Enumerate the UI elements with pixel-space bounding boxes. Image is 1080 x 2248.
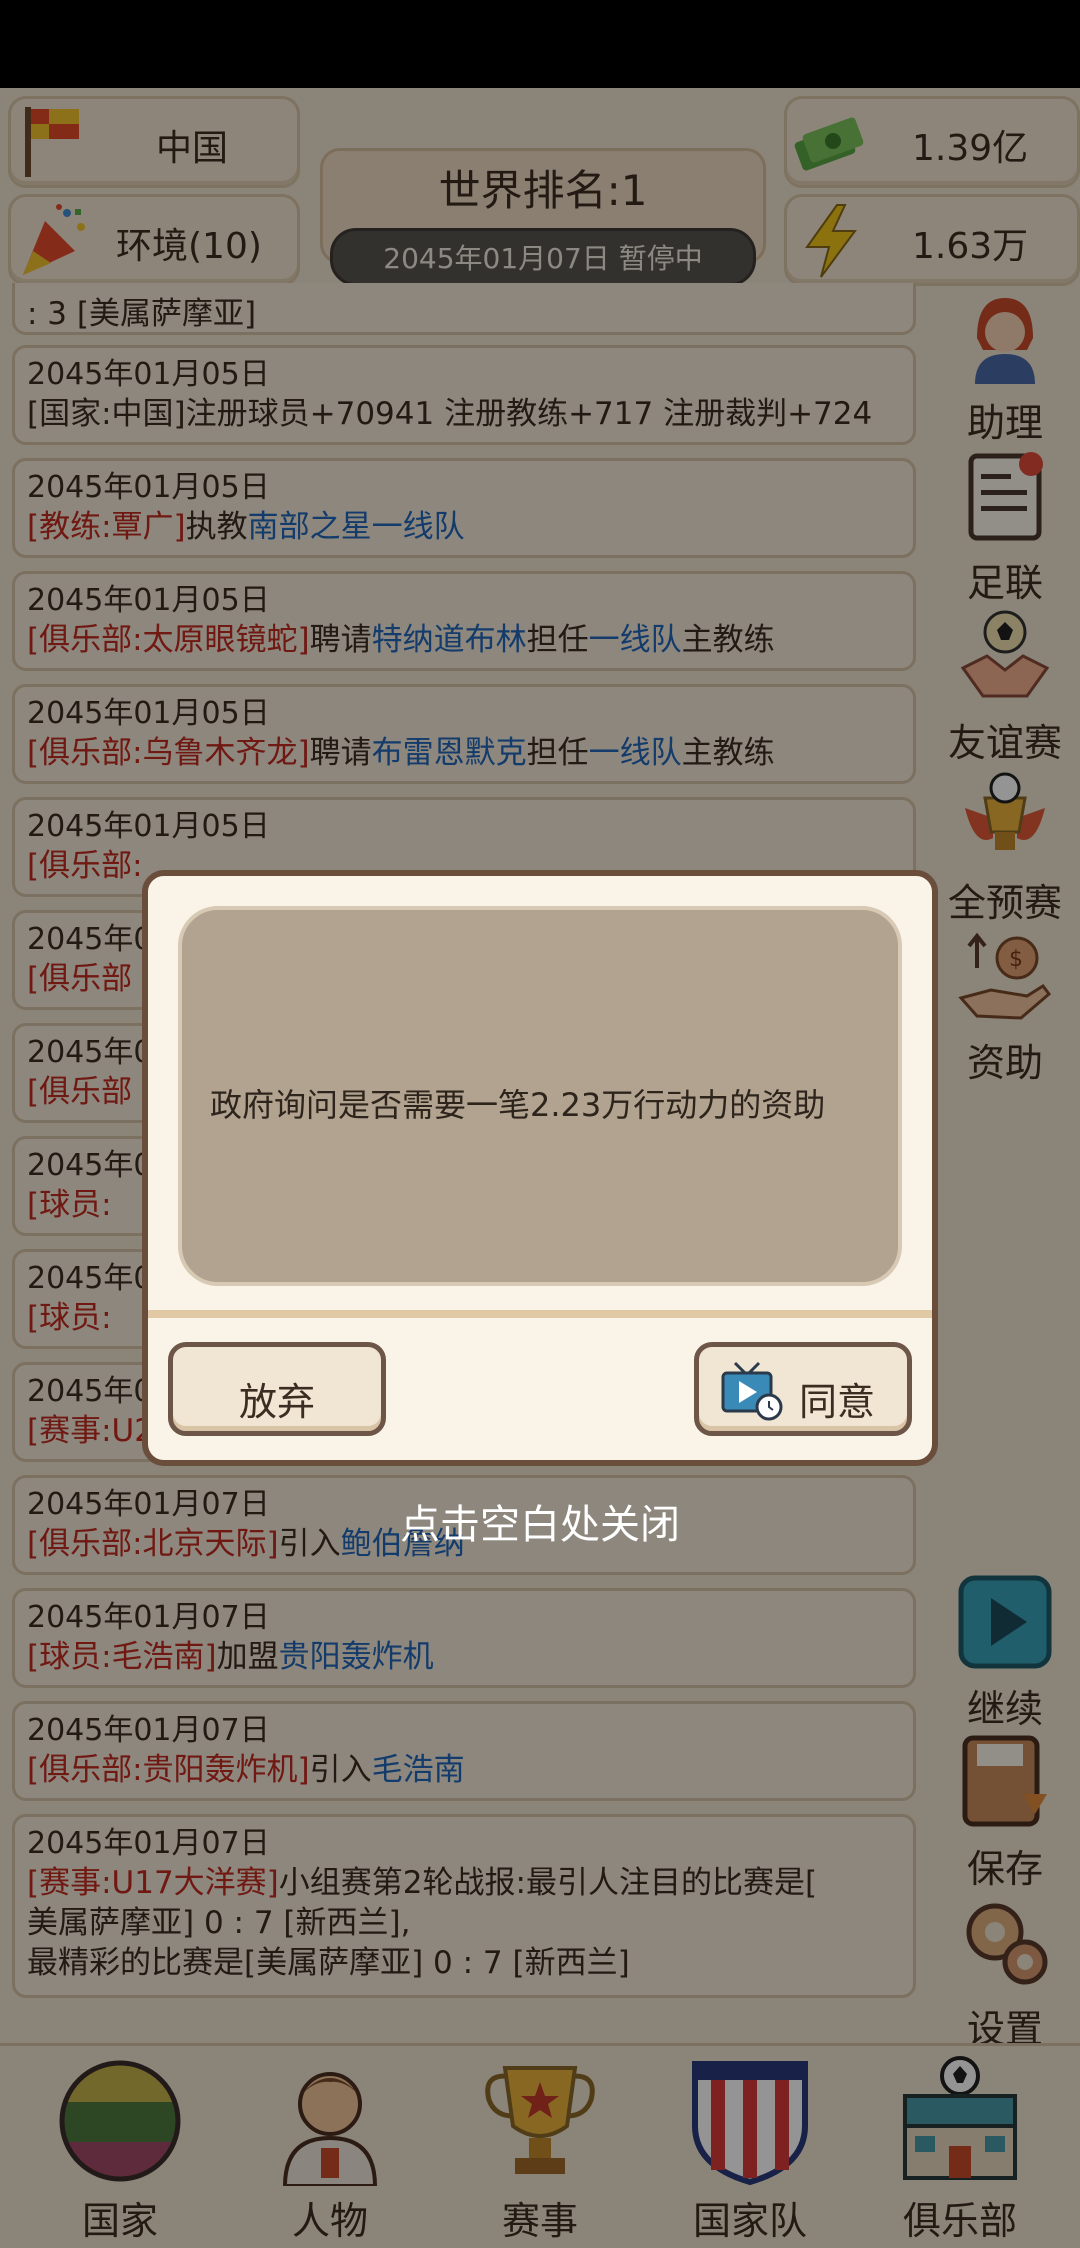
close-hint: 点击空白处关闭 <box>400 1502 680 1548</box>
dialog-message: 政府询问是否需要一笔2.23万行动力的资助 <box>210 1086 826 1124</box>
decline-label: 放弃 <box>239 1380 316 1424</box>
divider <box>148 1310 932 1318</box>
dialog-message-panel: 政府询问是否需要一笔2.23万行动力的资助 <box>178 906 902 1286</box>
decline-button[interactable]: 放弃 <box>168 1342 386 1436</box>
accept-label: 同意 <box>799 1380 876 1424</box>
funding-dialog: 政府询问是否需要一笔2.23万行动力的资助 放弃 同意 <box>142 870 938 1466</box>
accept-button[interactable]: 同意 <box>694 1342 912 1436</box>
tv-ad-icon <box>721 1361 783 1421</box>
